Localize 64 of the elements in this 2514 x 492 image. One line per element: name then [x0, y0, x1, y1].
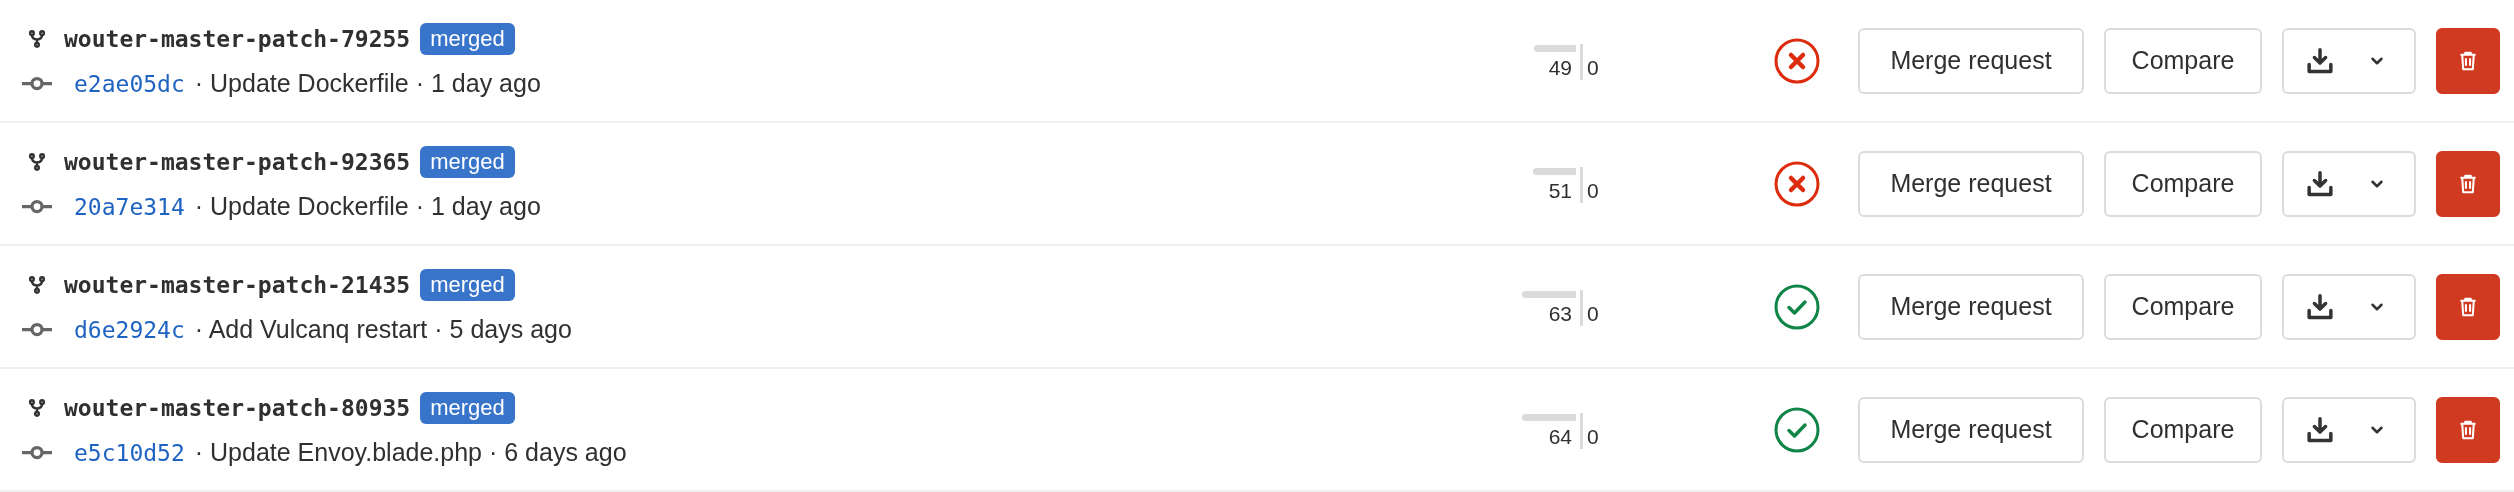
behind-count: 49	[1548, 55, 1573, 80]
commit-icon	[22, 322, 52, 337]
behind-count: 51	[1548, 178, 1573, 203]
pipeline-passed-icon[interactable]	[1774, 406, 1820, 453]
ahead-count: 0	[1587, 55, 1599, 80]
compare-button[interactable]: Compare	[2104, 150, 2262, 217]
merge-request-button[interactable]: Merge request	[1858, 27, 2084, 94]
compare-button[interactable]: Compare	[2104, 27, 2262, 94]
commit-icon	[22, 445, 52, 460]
download-icon	[2306, 292, 2334, 321]
merge-request-button[interactable]: Merge request	[1858, 150, 2084, 217]
branch-icon	[28, 276, 46, 294]
download-dropdown-button[interactable]	[2282, 273, 2416, 340]
commit-details: · Update Dockerfile · 1 day ago	[194, 192, 541, 221]
ahead-count: 0	[1587, 424, 1599, 449]
merge-request-button[interactable]: Merge request	[1858, 396, 2084, 463]
commit-sha-link[interactable]: e5c10d52	[74, 439, 185, 466]
commit-sha-link[interactable]: e2ae05dc	[74, 70, 185, 97]
delete-button[interactable]	[2436, 27, 2500, 94]
behind-bar	[1533, 167, 1576, 175]
download-dropdown-button[interactable]	[2282, 150, 2416, 217]
merged-badge: merged	[420, 23, 515, 55]
merged-badge: merged	[420, 392, 515, 424]
branch-icon	[28, 153, 46, 171]
commit-sha-link[interactable]: d6e2924c	[74, 316, 185, 343]
delete-button[interactable]	[2436, 273, 2500, 340]
branch-icon	[28, 399, 46, 417]
commit-details: · Update Dockerfile · 1 day ago	[194, 69, 541, 98]
branch-name[interactable]: wouter-master-patch-92365	[64, 149, 411, 175]
trash-icon	[2457, 295, 2479, 318]
download-dropdown-button[interactable]	[2282, 27, 2416, 94]
commit-icon	[22, 76, 52, 91]
behind-count: 63	[1548, 301, 1573, 326]
branch-icon	[28, 30, 46, 48]
pipeline-failed-icon[interactable]	[1774, 160, 1820, 207]
pipeline-passed-icon[interactable]	[1774, 283, 1820, 330]
compare-button[interactable]: Compare	[2104, 273, 2262, 340]
commit-icon	[22, 199, 52, 214]
branch-name[interactable]: wouter-master-patch-80935	[64, 395, 411, 421]
behind-bar	[1522, 413, 1576, 421]
ahead-count: 0	[1587, 178, 1599, 203]
merge-request-button[interactable]: Merge request	[1858, 273, 2084, 340]
delete-button[interactable]	[2436, 150, 2500, 217]
pipeline-failed-icon[interactable]	[1774, 37, 1820, 84]
merged-badge: merged	[420, 269, 515, 301]
commit-details: · Update Envoy.blade.php · 6 days ago	[194, 438, 627, 467]
ahead-count: 0	[1587, 301, 1599, 326]
branch-name[interactable]: wouter-master-patch-21435	[64, 272, 411, 298]
behind-count: 64	[1548, 424, 1573, 449]
branch-name[interactable]: wouter-master-patch-79255	[64, 26, 411, 52]
commit-details: · Add Vulcanq restart · 5 days ago	[194, 315, 572, 344]
behind-bar	[1534, 44, 1576, 52]
trash-icon	[2457, 49, 2479, 72]
delete-button[interactable]	[2436, 396, 2500, 463]
trash-icon	[2457, 418, 2479, 441]
download-dropdown-button[interactable]	[2282, 396, 2416, 463]
trash-icon	[2457, 172, 2479, 195]
behind-bar	[1522, 290, 1576, 298]
download-icon	[2306, 46, 2334, 75]
commit-sha-link[interactable]: 20a7e314	[74, 193, 185, 220]
compare-button[interactable]: Compare	[2104, 396, 2262, 463]
download-icon	[2306, 415, 2334, 444]
merged-badge: merged	[420, 146, 515, 178]
download-icon	[2306, 169, 2334, 198]
